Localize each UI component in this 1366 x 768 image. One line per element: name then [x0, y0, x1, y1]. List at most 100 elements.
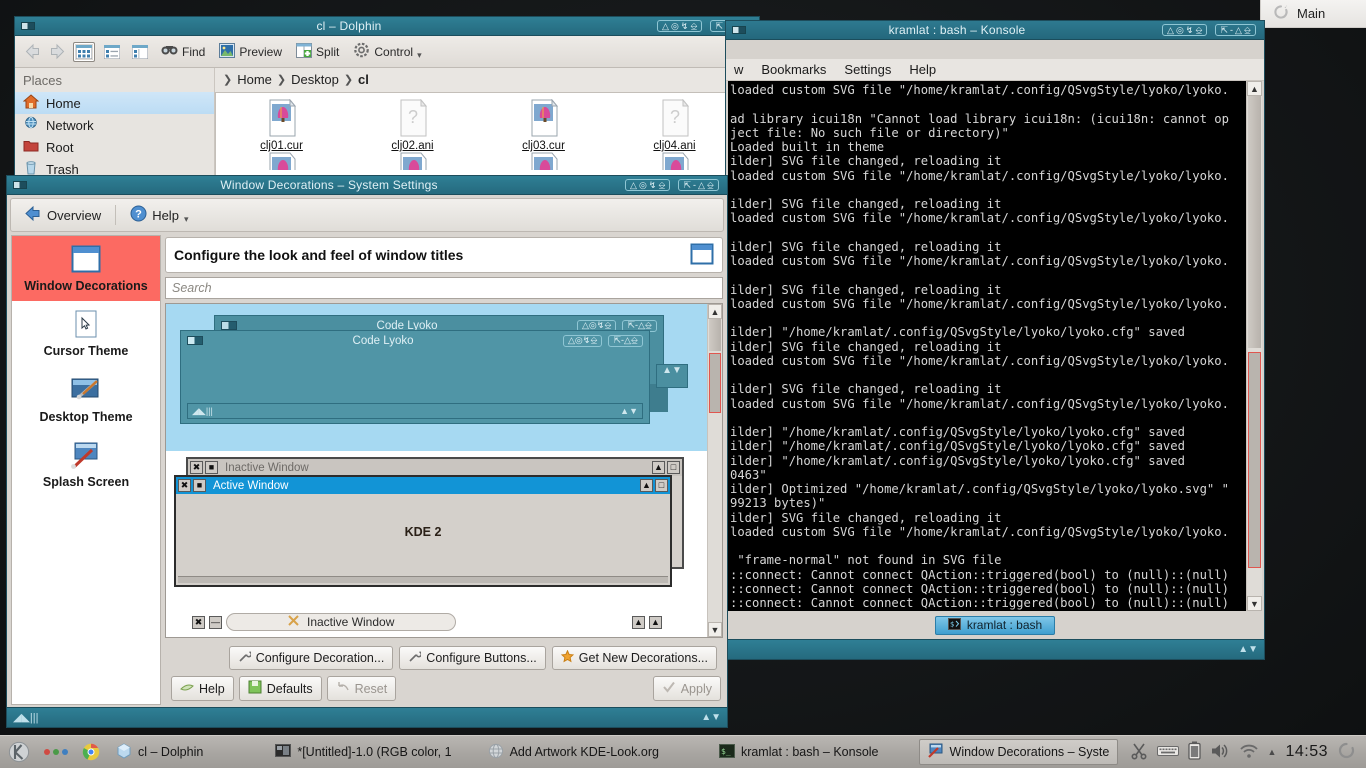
network-wifi-icon[interactable]: [1239, 743, 1259, 762]
file-item[interactable]: [609, 152, 740, 170]
file-name[interactable]: clj02.ani: [391, 140, 433, 152]
dolphin-toolbar[interactable]: Find Preview Split Control ▾: [15, 36, 759, 68]
kde-launcher-button[interactable]: [4, 741, 34, 763]
scroll-down-button[interactable]: ▼: [1247, 596, 1262, 611]
file-item[interactable]: clj01.cur: [216, 98, 347, 152]
breadcrumb-item-current[interactable]: cl: [358, 72, 369, 87]
clock[interactable]: 14:53: [1285, 743, 1328, 761]
file-item[interactable]: ? clj04.ani: [609, 98, 740, 152]
configure-buttons-button[interactable]: Configure Buttons...: [399, 646, 546, 670]
decoration-preview-lyoko[interactable]: Code Lyoko △◎↯⎒ ⇱-△⎒ Code Lyoko △◎↯⎒ ⇱-△…: [166, 304, 707, 451]
restore-icon[interactable]: △: [1235, 25, 1242, 35]
menu-item-help[interactable]: Help: [909, 62, 936, 77]
sidebar-item-splash-screen[interactable]: Splash Screen: [12, 432, 160, 497]
menu-item-settings[interactable]: Settings: [844, 62, 891, 77]
menu-item-bookmarks[interactable]: Bookmarks: [761, 62, 826, 77]
chrome-launcher-button[interactable]: [78, 743, 104, 761]
sticky-icon[interactable]: ◎: [671, 21, 679, 31]
chevron-down-icon[interactable]: ▾: [184, 214, 189, 225]
scroll-down-button[interactable]: ▼: [708, 622, 722, 637]
overview-button[interactable]: Overview: [19, 203, 106, 227]
konsole-titlebar[interactable]: kramlat : bash – Konsole △ ◎ ↯ ⎒ ⇱ - △ ⎒: [726, 21, 1264, 40]
place-item-network[interactable]: Network: [15, 114, 214, 136]
activities-corner-icon[interactable]: [1337, 741, 1356, 763]
keyboard-icon[interactable]: [1156, 744, 1179, 761]
konsole-window-menu-button[interactable]: [726, 26, 752, 34]
help-button[interactable]: ? Help ▾: [125, 203, 193, 227]
konsole-minmax-buttons[interactable]: △ ◎ ↯ ⎒: [1162, 24, 1208, 36]
battery-icon[interactable]: [1187, 741, 1201, 763]
control-button[interactable]: Control ▾: [349, 40, 425, 63]
shade-icon[interactable]: △: [630, 180, 637, 190]
file-item[interactable]: [478, 152, 609, 170]
taskbar-panel[interactable]: cl – Dolphin *[Untitled]-1.0 (RGB color,…: [0, 735, 1366, 768]
scroll-up-button[interactable]: ▲: [708, 304, 722, 319]
syssettings-window-menu-button[interactable]: [7, 181, 33, 189]
columns-view-button[interactable]: [129, 42, 151, 62]
get-new-decorations-button[interactable]: Get New Decorations...: [551, 646, 717, 670]
sticky-icon[interactable]: ◎: [639, 180, 647, 190]
file-name[interactable]: clj03.cur: [522, 140, 565, 152]
restore-icon[interactable]: △: [698, 180, 705, 190]
syssettings-minmax-buttons[interactable]: △ ◎ ↯ ⎒: [625, 179, 671, 191]
apply-button[interactable]: Apply: [652, 676, 721, 701]
menu-icon[interactable]: -: [693, 180, 696, 190]
task-dolphin[interactable]: cl – Dolphin: [108, 739, 211, 765]
close-icon[interactable]: ⎒: [707, 180, 714, 190]
system-settings-toolbar[interactable]: Overview ? Help ▾: [10, 198, 724, 232]
sidebar-item-desktop-theme[interactable]: Desktop Theme: [12, 367, 160, 432]
task-system-settings[interactable]: Window Decorations – Syste: [918, 739, 1119, 765]
decoration-list-pill[interactable]: Inactive Window: [226, 613, 456, 631]
decoration-action-buttons[interactable]: Configure Decoration... Configure Button…: [165, 642, 723, 670]
resize-grip-icon[interactable]: ▲▼: [1238, 644, 1258, 655]
volume-icon[interactable]: [1210, 742, 1230, 763]
file-item[interactable]: clj03.cur: [478, 98, 609, 152]
breadcrumb[interactable]: ❯ Home ❯ Desktop ❯ cl: [215, 68, 759, 92]
shade-icon[interactable]: △: [1167, 25, 1174, 35]
find-button[interactable]: Find: [157, 41, 209, 62]
resize-grip-icon[interactable]: ▲▼: [701, 712, 721, 723]
menu-item-view[interactable]: w: [734, 62, 743, 77]
pager-icon[interactable]: [38, 749, 74, 755]
details-view-button[interactable]: [101, 42, 123, 62]
help-button[interactable]: Help: [171, 676, 234, 701]
file-name[interactable]: clj01.cur: [260, 140, 303, 152]
dolphin-window-menu-button[interactable]: [15, 22, 41, 30]
activities-main-widget[interactable]: Main: [1260, 0, 1366, 28]
scrollbar-thumb[interactable]: [1248, 96, 1261, 348]
place-item-home[interactable]: Home: [15, 92, 214, 114]
system-settings-titlebar[interactable]: Window Decorations – System Settings △ ◎…: [7, 176, 727, 195]
settings-category-list[interactable]: Window Decorations Cursor Theme Desktop …: [11, 235, 161, 705]
konsole-menubar[interactable]: w Bookmarks Settings Help: [726, 59, 1264, 81]
search-input[interactable]: Search: [165, 277, 723, 299]
preview-scrollbar[interactable]: ▲ ▼: [707, 304, 722, 637]
configure-decoration-button[interactable]: Configure Decoration...: [228, 646, 394, 670]
close-icon[interactable]: ⎒: [1244, 25, 1251, 35]
file-item[interactable]: [347, 152, 478, 170]
help-icon[interactable]: ⇱: [715, 21, 723, 31]
help-icon[interactable]: ⇱: [683, 180, 691, 190]
decoration-preview-kde2[interactable]: ✖ ■ Inactive Window ▲ □ ✖ ■ Active Windo…: [166, 451, 707, 599]
task-konsole[interactable]: $_ kramlat : bash – Konsole: [711, 739, 887, 765]
reset-button[interactable]: Reset: [326, 676, 397, 701]
minimize-icon[interactable]: ↯: [1186, 25, 1194, 35]
decoration-preview-list[interactable]: Code Lyoko △◎↯⎒ ⇱-△⎒ Code Lyoko △◎↯⎒ ⇱-△…: [165, 303, 723, 638]
file-item[interactable]: ? clj02.ani: [347, 98, 478, 152]
forward-arrow-icon[interactable]: [48, 42, 67, 61]
system-tray[interactable]: ▲ 14:53: [1130, 741, 1362, 763]
icons-view-button[interactable]: [73, 41, 95, 62]
maximize-icon[interactable]: ⎒: [690, 21, 697, 31]
split-button[interactable]: Split: [292, 41, 343, 63]
sidebar-item-cursor-theme[interactable]: Cursor Theme: [12, 301, 160, 366]
task-kde-look[interactable]: Add Artwork KDE-Look.org: [480, 739, 667, 765]
maximize-icon[interactable]: ⎒: [658, 180, 665, 190]
back-arrow-icon[interactable]: [23, 42, 42, 61]
file-item[interactable]: [216, 152, 347, 170]
file-name[interactable]: clj04.ani: [653, 140, 695, 152]
file-list[interactable]: clj01.cur ? clj02.ani clj03.cur ? clj04.…: [215, 92, 753, 180]
menu-icon[interactable]: -: [1230, 25, 1233, 35]
konsole-tabbar[interactable]: $ kramlat : bash: [728, 613, 1262, 637]
minimize-icon[interactable]: ↯: [681, 21, 689, 31]
syssettings-close-buttons[interactable]: ⇱ - △ ⎒: [678, 179, 719, 191]
terminal-output[interactable]: loaded custom SVG file "/home/kramlat/.c…: [728, 81, 1246, 611]
